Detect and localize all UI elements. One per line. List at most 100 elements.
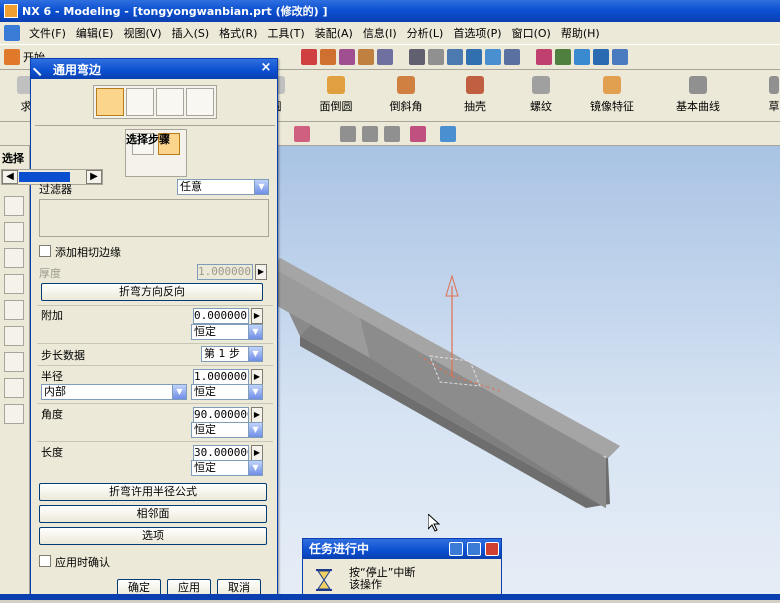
select-cube-icon[interactable] [440, 126, 456, 142]
flange-type-group [93, 85, 217, 119]
dialog-close-icon[interactable]: × [259, 61, 273, 75]
flange-type-1-icon[interactable] [96, 88, 124, 116]
layer-icon[interactable] [555, 49, 571, 65]
adjacent-face-button[interactable]: 相邻面 [39, 505, 267, 523]
view-rotate-icon[interactable] [466, 49, 482, 65]
menu-file[interactable]: 文件(F) [24, 25, 71, 41]
render-icon[interactable] [536, 49, 552, 65]
view-zoom-icon[interactable] [428, 49, 444, 65]
roles-icon[interactable] [4, 326, 24, 346]
angle-mode-select[interactable]: 恒定 ▼ [191, 422, 263, 438]
length-mode-select[interactable]: 恒定 ▼ [191, 460, 263, 476]
divider [37, 365, 273, 366]
maximize-icon[interactable] [467, 542, 481, 556]
length-field[interactable]: 30.000000 [193, 445, 249, 461]
menu-format[interactable]: 格式(R) [214, 25, 262, 41]
filter-select[interactable]: 任意 ▼ [177, 179, 269, 195]
system-scene-icon[interactable] [4, 404, 24, 424]
close-icon[interactable] [485, 542, 499, 556]
ribbon-thread[interactable]: 螺纹 [524, 70, 558, 122]
flange-type-4-icon[interactable] [186, 88, 214, 116]
flange-type-3-icon[interactable] [156, 88, 184, 116]
window-title: NX 6 - Modeling - [tongyongwanbian.prt (… [22, 5, 328, 18]
angle-label: 角度 [41, 408, 63, 421]
additional-label: 附加 [41, 309, 63, 322]
snap-point-icon[interactable] [320, 49, 336, 65]
angle-menu-icon[interactable]: ▶ [251, 407, 263, 423]
hourglass-icon [316, 569, 332, 591]
view-fit-icon[interactable] [409, 49, 425, 65]
start-icon[interactable] [4, 49, 20, 65]
flange-type-2-icon[interactable] [126, 88, 154, 116]
ribbon-edge-blend[interactable]: 面倒圆 [312, 70, 360, 122]
dialog-titlebar: 通用弯边 [31, 59, 277, 79]
menu-view[interactable]: 视图(V) [118, 25, 166, 41]
menu-preferences[interactable]: 首选项(P) [448, 25, 506, 41]
palette-icon[interactable] [4, 378, 24, 398]
ribbon-shell[interactable]: 抽壳 [458, 70, 492, 122]
select-box-icon[interactable] [410, 126, 426, 142]
part-nav-icon[interactable] [4, 222, 24, 242]
confirm-on-apply-checkbox[interactable] [39, 555, 51, 567]
angle-field[interactable]: 90.000000 [193, 407, 249, 423]
length-label: 长度 [41, 446, 63, 459]
view-pan-icon[interactable] [447, 49, 463, 65]
menu-tools[interactable]: 工具(T) [262, 25, 309, 41]
select-label: 选择 [2, 152, 24, 165]
reuse-library-icon[interactable] [4, 248, 24, 268]
ribbon-chamfer[interactable]: 倒斜角 [384, 70, 428, 122]
edge-blend-icon [327, 76, 345, 94]
minimize-icon[interactable] [449, 542, 463, 556]
scroll-left-icon[interactable]: ◀ [2, 170, 18, 184]
process-icon[interactable] [4, 300, 24, 320]
select-face-icon[interactable] [340, 126, 356, 142]
scroll-right-icon[interactable]: ▶ [86, 170, 102, 184]
snap-quad-icon[interactable] [377, 49, 393, 65]
additional-menu-icon[interactable]: ▶ [251, 308, 263, 324]
radius-side-select[interactable]: 内部 ▼ [41, 384, 187, 400]
radius-menu-icon[interactable]: ▶ [251, 369, 263, 385]
menu-info[interactable]: 信息(I) [358, 25, 402, 41]
menu-edit[interactable]: 编辑(E) [71, 25, 119, 41]
pin-icon[interactable] [32, 61, 48, 77]
step-select[interactable]: 第 1 步 ▼ [201, 346, 263, 362]
snap-center-icon[interactable] [358, 49, 374, 65]
additional-field[interactable]: 0.000000 [193, 308, 249, 324]
history-icon[interactable] [4, 274, 24, 294]
radius-field[interactable]: 1.000000 [193, 369, 249, 385]
menu-help[interactable]: 帮助(H) [556, 25, 605, 41]
length-menu-icon[interactable]: ▶ [251, 445, 263, 461]
ribbon-mirror[interactable]: 镜像特征 [584, 70, 640, 122]
reverse-bend-button[interactable]: 折弯方向反向 [41, 283, 263, 301]
options-button[interactable]: 选项 [39, 527, 267, 545]
menu-analysis[interactable]: 分析(L) [402, 25, 449, 41]
menu-assembly[interactable]: 装配(A) [310, 25, 358, 41]
view-refresh-icon[interactable] [485, 49, 501, 65]
ribbon-basic-curve[interactable]: 基本曲线 [672, 70, 724, 122]
task-progress-dialog: 任务进行中 按“停止”中断 该操作 [302, 538, 502, 596]
shaded-icon[interactable] [574, 49, 590, 65]
ribbon-sketch[interactable]: 草 [768, 70, 780, 122]
bend-formula-button[interactable]: 折弯许用半径公式 [39, 483, 267, 501]
select-filter-icon[interactable] [294, 126, 310, 142]
status-bar [0, 594, 780, 600]
system-materials-icon[interactable] [4, 352, 24, 372]
edge-list[interactable] [39, 199, 269, 237]
cube-icon[interactable] [612, 49, 628, 65]
select-body-icon[interactable] [362, 126, 378, 142]
step-data-label: 步长数据 [41, 349, 85, 362]
menu-window[interactable]: 窗口(O) [507, 25, 556, 41]
add-tangent-checkbox[interactable] [39, 245, 51, 257]
menu-insert[interactable]: 插入(S) [167, 25, 215, 41]
snap-icon[interactable] [301, 49, 317, 65]
wireframe-icon[interactable] [593, 49, 609, 65]
view-orient-icon[interactable] [504, 49, 520, 65]
radius-mode-select[interactable]: 恒定 ▼ [191, 384, 263, 400]
select-edge-icon[interactable] [384, 126, 400, 142]
chevron-down-icon: ▼ [254, 180, 268, 194]
app-menu-icon[interactable] [4, 25, 20, 41]
snap-mid-icon[interactable] [339, 49, 355, 65]
assembly-nav-icon[interactable] [4, 196, 24, 216]
additional-mode-select[interactable]: 恒定 ▼ [191, 324, 263, 340]
thickness-label: 厚度 [39, 267, 61, 280]
